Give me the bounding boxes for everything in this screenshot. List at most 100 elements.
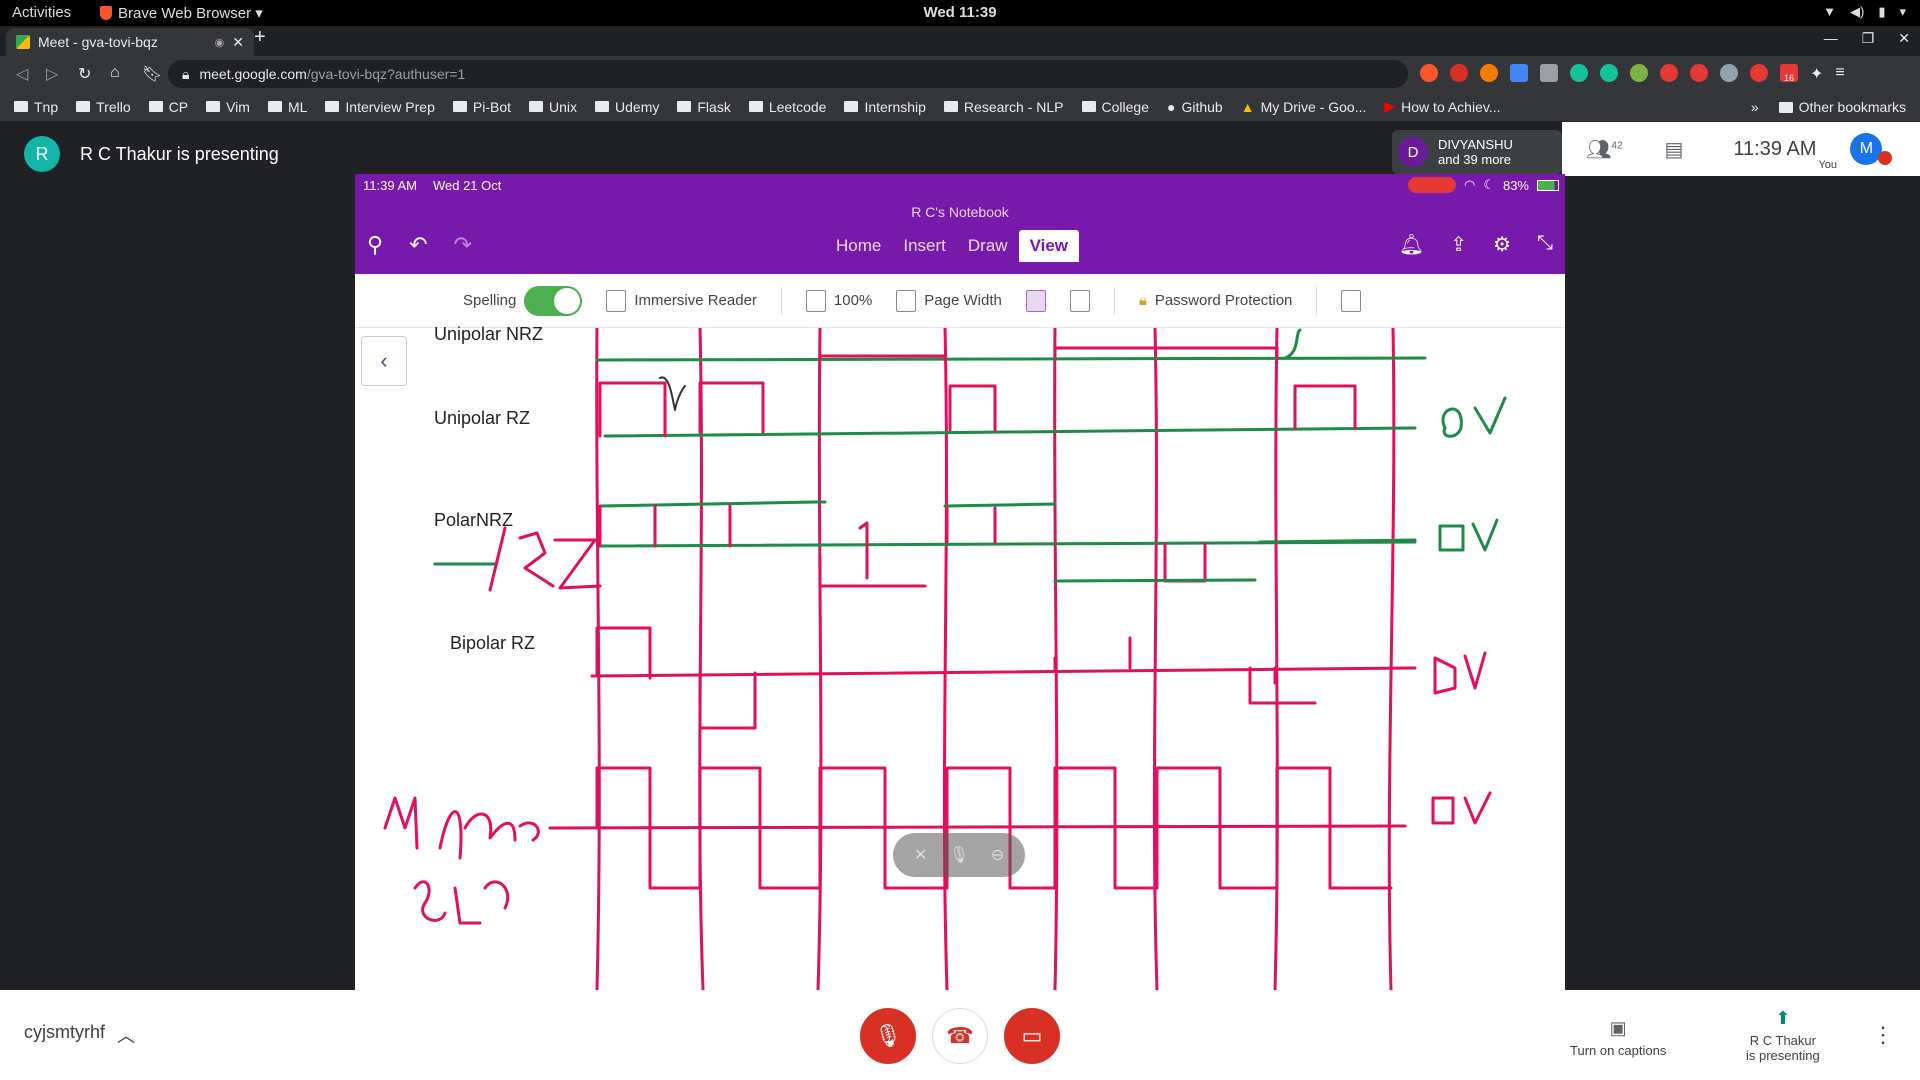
bookmark-folder[interactable]: College: [1081, 99, 1149, 115]
menu-icon[interactable]: ≡: [1835, 64, 1844, 84]
activities-button[interactable]: Activities: [12, 4, 71, 21]
tab-view[interactable]: View: [1018, 230, 1079, 262]
system-clock[interactable]: Wed 11:39: [923, 4, 996, 21]
tab-draw[interactable]: Draw: [957, 230, 1019, 262]
bookmark-icon[interactable]: 🔖︎: [142, 64, 162, 84]
page-icon: [805, 289, 826, 312]
presenter-header: R R C Thakur is presenting: [24, 136, 279, 172]
bookmark-folder[interactable]: Trello: [76, 99, 131, 115]
tab-home[interactable]: Home: [825, 230, 892, 262]
people-button[interactable]: 👥︎42: [1586, 137, 1623, 162]
zoom-button[interactable]: 100%: [805, 289, 872, 312]
self-tile[interactable]: M You: [1818, 133, 1893, 171]
screen-record-icon: [1407, 177, 1456, 193]
mic-icon[interactable]: 🎙︎: [949, 845, 969, 865]
bookmark-folder[interactable]: Interview Prep: [325, 99, 435, 115]
bookmark-folder[interactable]: Leetcode: [748, 99, 826, 115]
youtube-icon: ▶: [1384, 98, 1396, 114]
spelling-toggle[interactable]: [524, 285, 583, 316]
back-icon[interactable]: ◁: [16, 64, 28, 84]
presentation-button[interactable]: ⬆ R C Thakur is presenting: [1746, 1008, 1820, 1063]
password-protection-button[interactable]: 🔒︎ Password Protection: [1139, 292, 1293, 309]
close-tab-icon[interactable]: ✕: [232, 34, 244, 51]
url-path: /gva-tovi-bqz?authuser=1: [306, 66, 466, 82]
other-bookmarks[interactable]: Other bookmarks: [1778, 99, 1906, 115]
grammarly-alt-icon[interactable]: [1600, 64, 1618, 82]
more-options-icon[interactable]: ⋮: [1872, 1022, 1894, 1048]
ribbon-tabs: Home Insert Draw View: [825, 230, 1079, 262]
system-tray[interactable]: ▼ ◀) ▮ ▾: [1823, 4, 1906, 20]
pin-off-icon[interactable]: ✕: [914, 845, 927, 865]
drive-icon: ▲: [1240, 98, 1255, 115]
minimize-icon[interactable]: —: [1824, 30, 1838, 47]
share-icon[interactable]: ⇪: [1450, 232, 1467, 257]
meeting-details[interactable]: cyjsmtyrhf ︿: [24, 1022, 135, 1048]
page-width-button[interactable]: Page Width: [896, 289, 1002, 312]
collapse-icon[interactable]: ⤡: [1537, 232, 1553, 257]
note-canvas[interactable]: Unipolar NRZ Unipolar RZ PolarNRZ Bipola…: [355, 324, 1565, 990]
extension-icon[interactable]: [1540, 64, 1558, 82]
restore-icon[interactable]: ❐: [1862, 30, 1875, 47]
captions-button[interactable]: ▣ Turn on captions: [1570, 1018, 1666, 1058]
rule-lines-button[interactable]: [1069, 289, 1090, 312]
tab-insert[interactable]: Insert: [892, 230, 957, 262]
more-bookmarks-button[interactable]: »: [1751, 99, 1759, 115]
translate-icon[interactable]: [1510, 64, 1528, 82]
immersive-reader-icon: [606, 289, 627, 312]
mic-toggle-button[interactable]: 🎙︎: [860, 1008, 916, 1064]
camera-off-icon: ▭: [1021, 1023, 1043, 1048]
participant-chip[interactable]: D DIVYANSHU and 39 more: [1392, 130, 1562, 174]
immersive-reader-button[interactable]: Immersive Reader: [606, 289, 757, 312]
close-window-icon[interactable]: ✕: [1898, 30, 1910, 47]
calendar-icon[interactable]: 16: [1780, 64, 1798, 83]
alarm-icon[interactable]: [1660, 64, 1678, 82]
bookmark-folder[interactable]: Pi-Bot: [452, 99, 511, 115]
ios-date: Wed 21 Oct: [432, 177, 502, 193]
bookmark-folder[interactable]: CP: [148, 99, 188, 115]
home-icon[interactable]: ⌂: [110, 64, 120, 82]
puzzle-icon[interactable]: ✦: [1810, 64, 1823, 84]
bookmark-youtube[interactable]: ▶ How to Achiev...: [1384, 98, 1500, 115]
folder-icon: [748, 101, 763, 112]
record-icon[interactable]: [1750, 64, 1768, 82]
bookmark-folder[interactable]: ML: [267, 99, 307, 115]
brave-shields-icon[interactable]: [1420, 64, 1438, 82]
bookmark-folder[interactable]: Internship: [844, 99, 926, 115]
browser-tab-meet[interactable]: Meet - gva-tovi-bqz ◉ ✕: [6, 28, 254, 56]
forward-icon[interactable]: ▷: [46, 64, 58, 84]
url-host: meet.google.com: [199, 66, 307, 82]
add-extension-icon[interactable]: [1630, 64, 1648, 82]
bookmark-folder[interactable]: Vim: [206, 99, 250, 115]
spelling-control: Spelling: [463, 285, 583, 316]
view-ribbon: Spelling Immersive Reader 100% Page Widt…: [355, 274, 1565, 328]
grammarly-icon[interactable]: [1570, 64, 1588, 82]
paper-color-button[interactable]: [1025, 289, 1046, 312]
camera-toggle-button[interactable]: ▭: [1004, 1008, 1060, 1064]
chat-icon[interactable]: ▤: [1665, 137, 1684, 162]
bell-icon[interactable]: 🔔︎: [1399, 232, 1424, 257]
bookmark-folder[interactable]: Research - NLP: [943, 99, 1064, 115]
new-tab-button[interactable]: +: [254, 26, 266, 49]
leave-call-button[interactable]: ☎︎: [932, 1008, 988, 1064]
shield-icon[interactable]: [1690, 64, 1708, 82]
page-settings-button[interactable]: [1341, 289, 1362, 312]
bookmark-folder[interactable]: Tnp: [14, 99, 58, 115]
remove-icon[interactable]: ⊖: [991, 845, 1004, 865]
brave-rewards-icon[interactable]: [1450, 64, 1468, 82]
app-menu-label: Brave Web Browser ▾: [118, 5, 263, 22]
bookmark-drive[interactable]: ▲ My Drive - Goo...: [1241, 99, 1367, 115]
extension-icon[interactable]: [1720, 64, 1738, 82]
extension-icon[interactable]: [1480, 64, 1498, 82]
bookmark-github[interactable]: ● Github: [1167, 99, 1223, 115]
search-icon[interactable]: ⚲: [367, 232, 383, 258]
redo-icon[interactable]: ↷: [454, 232, 472, 258]
bookmark-folder[interactable]: Flask: [677, 99, 731, 115]
address-bar[interactable]: 🔒︎ meet.google.com/gva-tovi-bqz?authuser…: [168, 60, 1408, 88]
spelling-label: Spelling: [463, 292, 517, 309]
bookmark-folder[interactable]: Udemy: [595, 99, 659, 115]
undo-icon[interactable]: ↶: [409, 232, 427, 258]
bookmark-folder[interactable]: Unix: [529, 99, 577, 115]
gear-icon[interactable]: ⚙: [1493, 232, 1511, 257]
reload-icon[interactable]: ↻: [78, 64, 91, 84]
app-menu[interactable]: Brave Web Browser ▾: [100, 4, 263, 22]
